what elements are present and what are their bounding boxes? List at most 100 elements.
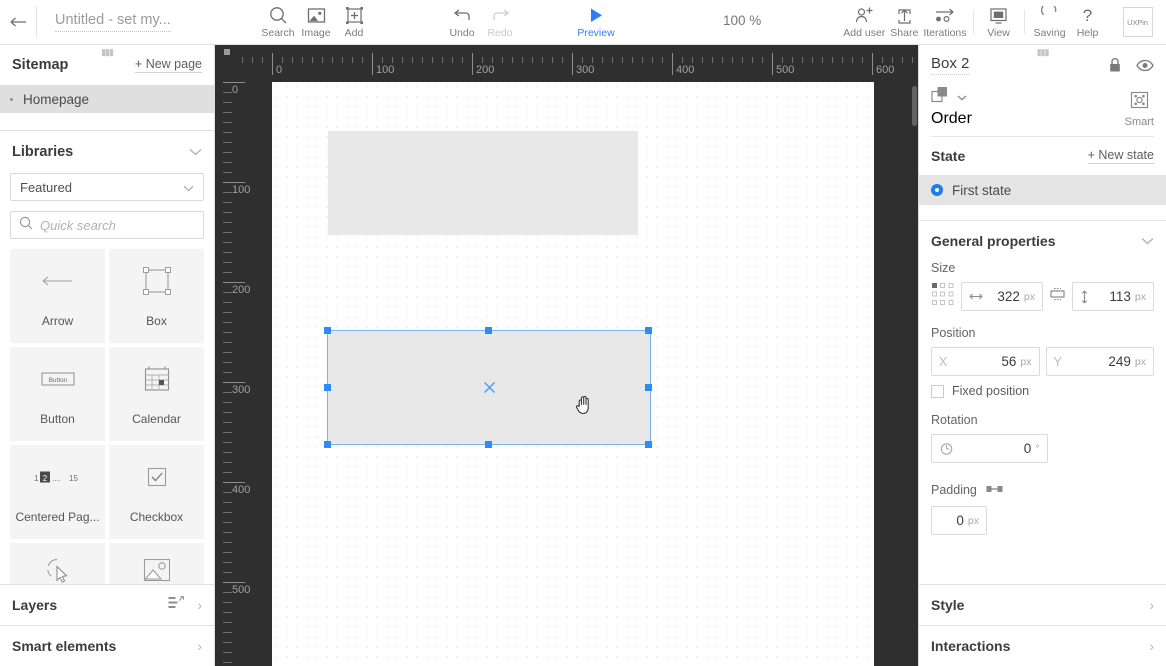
view-button[interactable]: View: [980, 0, 1018, 39]
redo-button[interactable]: Redo: [481, 0, 519, 39]
ruler-tick: [542, 57, 543, 63]
eye-icon[interactable]: [1136, 59, 1154, 77]
panel-drag-handle[interactable]: ▮▮▮: [101, 48, 114, 57]
image-tool[interactable]: Image: [297, 0, 335, 39]
section-style[interactable]: Style ›: [919, 584, 1166, 625]
component-tile-click[interactable]: [10, 543, 105, 584]
component-tile-button[interactable]: Button Button: [10, 347, 105, 441]
resize-handle-e[interactable]: [645, 384, 652, 391]
component-tile-box[interactable]: Box: [109, 249, 204, 343]
general-properties-header[interactable]: General properties: [919, 221, 1166, 261]
share-button[interactable]: Share: [885, 0, 923, 39]
position-x-input[interactable]: X 56 px: [931, 347, 1040, 376]
add-user-button[interactable]: Add user: [843, 0, 885, 39]
resize-handle-w[interactable]: [324, 384, 331, 391]
project-title-input[interactable]: Untitled - set my...: [55, 12, 171, 32]
chevron-right-icon: ›: [1149, 597, 1154, 613]
anchor-point-icon[interactable]: [931, 282, 955, 311]
fixed-position-label: Fixed position: [952, 384, 1030, 398]
ruler-label-v: 0: [232, 84, 239, 96]
sidebar-item-layers[interactable]: Layers ›: [0, 584, 214, 625]
ruler-tick: [702, 57, 703, 63]
width-input[interactable]: 322 px: [961, 282, 1043, 311]
component-tile-calendar[interactable]: Calendar: [109, 347, 204, 441]
ruler-tick: [223, 522, 232, 523]
ruler-tick: [292, 57, 293, 63]
component-tile-pagination[interactable]: 1 2 .... 15 Centered Pag...: [10, 445, 105, 539]
rotation-value: 0: [1023, 441, 1032, 456]
iterations-button[interactable]: Iterations: [923, 0, 967, 39]
chevron-down-icon: [1141, 232, 1154, 250]
height-input[interactable]: 113 px: [1072, 282, 1154, 311]
canvas-element-top-box[interactable]: [328, 131, 638, 235]
lock-icon[interactable]: [1108, 57, 1122, 78]
fixed-position-row[interactable]: Fixed position: [931, 384, 1154, 398]
horizontal-ruler[interactable]: 0 100 200 300 400 500 600: [215, 45, 918, 82]
ruler-tick: [223, 222, 232, 223]
preview-button[interactable]: Preview: [577, 0, 615, 39]
sidebar-item-smart-elements[interactable]: Smart elements ›: [0, 625, 214, 666]
ruler-tick: [252, 57, 253, 63]
sidebar-page-homepage[interactable]: Homepage: [0, 85, 214, 113]
resize-handle-sw[interactable]: [324, 441, 331, 448]
vertical-ruler[interactable]: 0 100 200 300 400 500: [215, 82, 252, 666]
ruler-label-h: 200: [476, 64, 495, 76]
panel-drag-handle[interactable]: ▮▮▮: [1037, 48, 1050, 57]
left-sidebar: ▮▮▮ Sitemap + New page Homepage Librarie…: [0, 45, 215, 666]
libraries-header[interactable]: Libraries: [0, 131, 214, 173]
ruler-tick: [223, 642, 232, 643]
position-x-value: 56: [1001, 354, 1017, 369]
saving-label: Saving: [1033, 27, 1066, 39]
canvas-vertical-scrollbar[interactable]: [910, 82, 918, 666]
uxpin-logo[interactable]: UXPin: [1122, 7, 1153, 37]
section-interactions[interactable]: Interactions ›: [919, 625, 1166, 666]
ruler-tick: [632, 57, 633, 63]
padding-link-icon[interactable]: [986, 481, 1003, 499]
resize-handle-ne[interactable]: [645, 327, 652, 334]
ruler-tick: [223, 532, 232, 533]
order-control[interactable]: Order: [931, 86, 972, 128]
aspect-ratio-lock-icon[interactable]: [1049, 286, 1066, 307]
fixed-position-checkbox[interactable]: [931, 384, 944, 398]
resize-handle-n[interactable]: [485, 327, 492, 334]
new-state-button[interactable]: + New state: [1087, 148, 1154, 164]
canvas-area[interactable]: 0 100 200 300 400 500 600 0 100 200 300 400 500: [215, 45, 918, 666]
ruler-tick: [482, 57, 483, 63]
design-board[interactable]: [272, 82, 874, 666]
properties-panel: ▮▮▮ Box 2 Order Smart State + New state …: [918, 45, 1166, 666]
element-name-input[interactable]: Box 2: [931, 55, 970, 75]
general-properties-body: Size 322 px 113 px Position X 56 px Y 24…: [919, 261, 1166, 584]
resize-handle-se[interactable]: [645, 441, 652, 448]
search-tool[interactable]: Search: [259, 0, 297, 39]
ruler-tick: [223, 312, 232, 313]
position-y-input[interactable]: Y 249 px: [1045, 347, 1154, 376]
order-icon: [931, 86, 952, 108]
undo-button[interactable]: Undo: [443, 0, 481, 39]
monitor-icon: [989, 5, 1008, 26]
question-mark-icon: ?: [1080, 5, 1095, 26]
resize-handle-nw[interactable]: [324, 327, 331, 334]
component-tile-image[interactable]: [109, 543, 204, 584]
back-button[interactable]: [0, 0, 36, 44]
state-item-first-state[interactable]: First state: [919, 175, 1166, 205]
add-user-icon: [854, 5, 874, 26]
ruler-tick: [223, 562, 232, 563]
ruler-tick: [312, 57, 313, 63]
smart-button[interactable]: Smart: [1125, 91, 1154, 128]
quick-search-input[interactable]: Quick search: [10, 211, 204, 239]
add-tool[interactable]: Add: [335, 0, 373, 39]
padding-input[interactable]: 0 px: [931, 506, 987, 535]
rotation-input[interactable]: 0 °: [931, 434, 1048, 463]
new-page-button[interactable]: + New page: [134, 57, 202, 73]
height-unit: px: [1134, 290, 1146, 303]
library-select[interactable]: Featured: [10, 173, 204, 201]
ruler-tick: [223, 232, 232, 233]
zoom-level[interactable]: 100 %: [723, 0, 761, 44]
component-tile-arrow[interactable]: Arrow: [10, 249, 105, 343]
ruler-tick: [223, 542, 232, 543]
resize-handle-s[interactable]: [485, 441, 492, 448]
scrollbar-thumb[interactable]: [912, 86, 917, 126]
ruler-tick: [223, 352, 232, 353]
help-button[interactable]: ? Help: [1069, 0, 1107, 39]
component-tile-checkbox[interactable]: Checkbox: [109, 445, 204, 539]
